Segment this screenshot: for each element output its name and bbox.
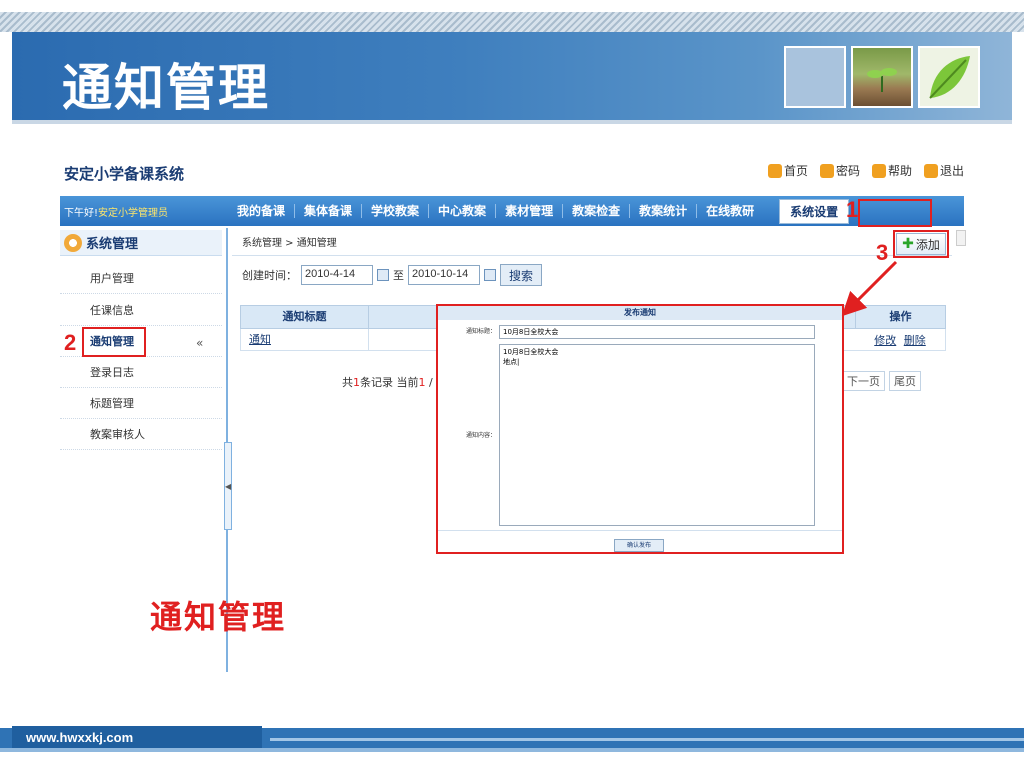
footer-strip: [0, 748, 1024, 752]
annotation-arrow: [841, 260, 898, 317]
footer-url: www.hwxxkj.com: [26, 730, 134, 745]
footer-line: [270, 738, 1024, 741]
